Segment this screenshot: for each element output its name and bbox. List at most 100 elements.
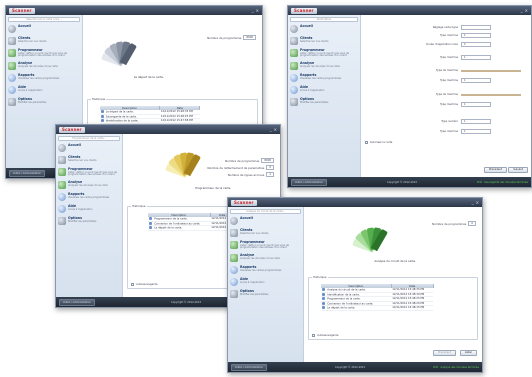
sidebar-item-options[interactable]: Options Modifier les paramètres <box>58 217 120 226</box>
admin-button[interactable]: Outils / Administration <box>291 178 327 186</box>
text-field[interactable]: 2 <box>461 42 491 47</box>
autosave-checkbox-row[interactable]: Autosauvegarde <box>131 283 157 286</box>
sidebar-item-analyse[interactable]: Analyse Analyser les données d'une carte <box>290 62 358 71</box>
sidebar-item-options[interactable]: Options Modifier les paramètres <box>230 290 301 299</box>
window-controls: _ × <box>270 127 277 132</box>
previous-button[interactable]: Précédent <box>483 167 507 173</box>
text-field[interactable]: 1 <box>461 33 491 38</box>
minimize-icon[interactable]: _ <box>472 200 474 205</box>
row-select[interactable]: 0 <box>266 165 274 170</box>
admin-button[interactable]: Outils / Administration <box>9 169 45 177</box>
checkbox[interactable] <box>131 283 135 286</box>
field-label: Type machine <box>440 79 458 82</box>
form-row: Type machine 1 <box>440 129 491 134</box>
sidebar-item-rapports[interactable]: Rapports Visualiser les cartes programmée… <box>230 266 301 275</box>
close-icon[interactable]: × <box>256 8 259 13</box>
event-icon <box>322 292 326 296</box>
text-field[interactable] <box>461 25 491 30</box>
sidebar-item-analyse[interactable]: Analyse Analyser les données d'une carte <box>230 254 301 263</box>
sidebar-item-programmeur[interactable]: Programmeur Lister, définir ou sont inscr… <box>230 240 301 250</box>
sidebar-item-accueil[interactable]: Accueil <box>58 143 120 152</box>
text-field[interactable]: 1 <box>461 129 491 134</box>
form-row: Type machine 1 <box>440 33 491 38</box>
previous-button[interactable]: Précédent <box>432 350 456 356</box>
sidebar-item-label: Accueil <box>240 216 253 220</box>
sidebar-item-desc: Modifier les paramètres <box>68 219 97 223</box>
close-icon[interactable]: × <box>274 127 277 132</box>
sidebar-item-programmeur[interactable]: Programmeur Lister, définir ou sont inscr… <box>58 167 120 177</box>
sidebar-item-analyse[interactable]: Analyse Analyser les données d'une carte <box>8 62 80 71</box>
admin-button[interactable]: Outils / Administration <box>231 363 267 371</box>
text-field[interactable]: 1 <box>461 78 491 83</box>
sidebar-item-rapports[interactable]: Rapports Visualiser les cartes programmée… <box>8 74 80 83</box>
sidebar-item-label: Accueil <box>300 24 313 28</box>
autosave-checkbox-row[interactable]: Autosauvegarde <box>312 334 338 337</box>
sidebar-item-desc: Modifier les paramètres <box>240 292 269 296</box>
minimize-icon[interactable]: _ <box>252 8 254 13</box>
sidebar-item-desc: Accès à l'application <box>300 88 325 92</box>
sidebar-item-accueil[interactable]: Accueil <box>8 24 80 33</box>
list-button[interactable]: Lister <box>459 350 477 356</box>
history-title: Historique <box>312 276 328 279</box>
program-count-select[interactable]: 0 <box>468 221 476 226</box>
table-row[interactable]: Le départ de la carte. 12/11/2012 15:48:1… <box>321 305 434 311</box>
checkbox[interactable] <box>312 334 316 337</box>
home-icon <box>290 25 298 33</box>
sidebar-item-aide[interactable]: Aide Accès à l'application <box>230 278 301 287</box>
program-count-select[interactable]: 8000 <box>243 35 256 40</box>
help-icon <box>230 278 238 287</box>
sidebar-item-accueil[interactable]: Accueil <box>230 216 301 225</box>
options-icon <box>290 98 298 107</box>
sidebar-item-clients[interactable]: Clients Sélectionner vos clients <box>8 36 80 45</box>
sidebar-item-desc: Lister, définir ou sont inscrit que vous… <box>68 170 117 177</box>
minimize-icon[interactable]: _ <box>521 8 523 13</box>
sidebar-item-aide[interactable]: Aide Accès à l'application <box>58 205 120 214</box>
sidebar-item-accueil[interactable]: Accueil <box>290 24 358 33</box>
form-row: Durée d'application max 2 <box>426 42 491 47</box>
row-description: Programmeur de la carte. <box>327 297 361 301</box>
sidebar-item-programmeur[interactable]: Programmeur Lister, définir ou sont inscr… <box>8 48 80 58</box>
next-button[interactable]: Suivant <box>508 167 528 173</box>
main-content: Nombre de programmes 0 Analyse du circui… <box>304 207 482 362</box>
field-label: Type machine <box>440 34 458 37</box>
sidebar-item-options[interactable]: Options Modifier les paramètres <box>8 98 80 107</box>
checkbox[interactable] <box>364 141 368 144</box>
clients-icon <box>8 37 16 45</box>
sidebar-item-analyse[interactable]: Analyse Analyser les données d'une carte <box>58 181 120 190</box>
search-input[interactable]: Analyse du circuit de la carte... <box>230 209 302 214</box>
app-logo: Scanner <box>9 7 35 14</box>
text-field[interactable]: 1 <box>461 102 491 107</box>
text-field[interactable]: 1 <box>461 119 491 124</box>
window-controls: _ × <box>252 8 259 13</box>
sidebar-item-aide[interactable]: Aide Accès à l'application <box>290 86 358 95</box>
sidebar-item-clients[interactable]: Clients Sélectionner vos clients <box>290 36 358 45</box>
admin-button[interactable]: Outils / Administration <box>59 298 95 306</box>
search-input[interactable]: Sélectionner la carte à lire... <box>8 17 80 22</box>
close-icon[interactable]: × <box>525 8 528 13</box>
title-bar: Scanner _ × <box>56 125 280 134</box>
form-row: Type de machine <box>436 93 521 96</box>
sidebar: Programmeur de la carte... Accueil Clien… <box>56 134 124 297</box>
field-label: Type machine <box>440 103 458 106</box>
sidebar-item-options[interactable]: Options Modifier les paramètres <box>290 98 358 107</box>
minimize-icon[interactable]: _ <box>270 127 272 132</box>
table-row[interactable]: Le départ de la carte. 12/11/2012 <box>148 225 235 231</box>
authorize-checkbox-row[interactable]: Autoriser la carte <box>364 141 392 144</box>
search-input[interactable]: Paramètres <box>290 17 358 22</box>
search-input[interactable]: Programmeur de la carte... <box>58 136 121 141</box>
range-bar[interactable] <box>461 69 521 72</box>
sidebar-item-clients[interactable]: Clients Sélectionner vos clients <box>230 228 301 237</box>
text-field[interactable]: 1 <box>461 55 491 60</box>
row-select[interactable]: 1 <box>266 172 274 177</box>
row-description: Analyse du circuit de la carte. <box>327 288 366 292</box>
range-bar[interactable] <box>461 93 521 96</box>
sidebar-item-rapports[interactable]: Rapports Visualiser les cartes programmée… <box>290 74 358 83</box>
close-icon[interactable]: × <box>476 200 479 205</box>
sidebar-item-desc: Visualiser les cartes programmées <box>18 76 60 80</box>
sidebar-item-rapports[interactable]: Rapports Visualiser les cartes programmée… <box>58 193 120 202</box>
row-select[interactable]: 8000 <box>261 158 274 163</box>
sidebar-item-clients[interactable]: Clients Sélectionner vos clients <box>58 155 120 164</box>
sidebar-item-programmeur[interactable]: Programmeur Lister, définir ou sont inscr… <box>290 48 358 58</box>
title-bar: Scanner _ × <box>6 6 262 15</box>
sidebar-item-aide[interactable]: Aide Accès à l'application <box>8 86 80 95</box>
